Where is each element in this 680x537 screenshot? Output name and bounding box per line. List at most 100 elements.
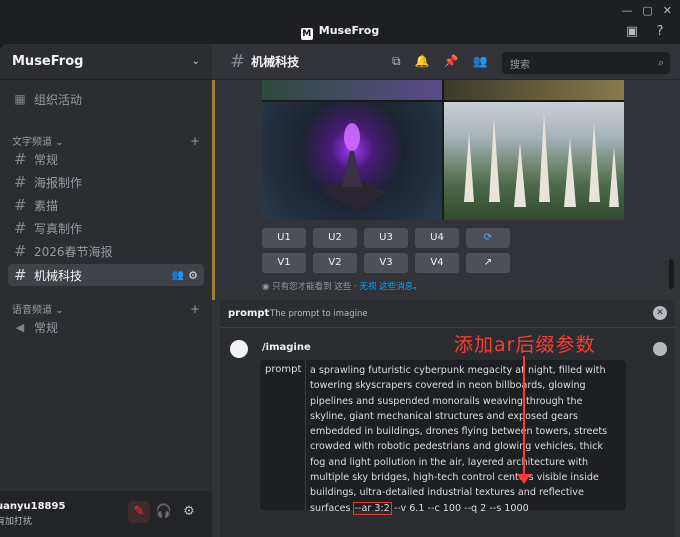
user-name[interactable]: uanyu18895 — [0, 501, 65, 512]
threads-icon[interactable]: ⧉ — [392, 54, 401, 69]
server-name: MuseFrog — [12, 54, 84, 69]
prompt-text[interactable]: a sprawling futuristic cyberpunk megacit… — [310, 363, 620, 516]
sidebar-item-haibao[interactable]: # 海报制作 — [8, 171, 204, 193]
user-status: 有加打扰 — [0, 517, 33, 527]
v4-button[interactable]: V4 — [415, 253, 459, 273]
hash-icon: # — [14, 266, 27, 284]
sidebar-item-label: 常规 — [34, 152, 59, 167]
annotation-text: 添加ar后缀参数 — [454, 334, 596, 356]
ephemeral-note: ◉ 只有您才能看到 这些 · 无视 这些消息。 — [262, 280, 422, 292]
generated-image-grid[interactable] — [262, 80, 624, 220]
hash-icon: # — [14, 173, 27, 191]
mute-mic-icon[interactable]: ✎ — [128, 501, 150, 523]
add-channel-icon[interactable]: + — [190, 134, 200, 148]
channel-sidebar: MuseFrog ⌄ ▦ 组织活动 文字频道 ⌄ + # 常规 # 海报制作 #… — [0, 44, 212, 537]
image-top-right — [444, 80, 624, 100]
image-bottom-left — [262, 102, 442, 220]
command-name: /imagine — [262, 342, 311, 353]
category-text-channels[interactable]: 文字频道 ⌄ + — [12, 133, 200, 149]
dismiss-link[interactable]: 无视 这些消息 — [359, 282, 413, 292]
u3-button[interactable]: U3 — [364, 228, 408, 248]
add-channel-icon[interactable]: + — [190, 302, 200, 316]
sidebar-item-sumiao[interactable]: # 素描 — [8, 194, 204, 216]
sidebar-item-xiezhen[interactable]: # 写真制作 — [8, 217, 204, 239]
speaker-icon: ◀ — [15, 320, 25, 334]
server-header[interactable]: MuseFrog ⌄ — [0, 44, 212, 80]
maximize-button[interactable]: ▢ — [642, 4, 652, 17]
title-bar: — ▢ ✕ M MuseFrog ▣ ? — [0, 0, 680, 44]
members-icon[interactable]: 👥 — [472, 54, 487, 69]
gear-icon[interactable]: ⚙ — [188, 269, 198, 282]
v3-button[interactable]: V3 — [364, 253, 408, 273]
prompt-option-label: prompt — [260, 360, 306, 510]
search-input[interactable]: 搜索 ⌕ — [502, 52, 670, 74]
annotation-arrow — [523, 356, 525, 478]
sidebar-item-label: 常规 — [34, 320, 59, 335]
chevron-down-icon: ⌄ — [55, 305, 64, 316]
emoji-icon[interactable] — [653, 342, 667, 356]
minimize-button[interactable]: — — [621, 4, 632, 17]
hash-icon: # — [14, 196, 27, 214]
external-link-icon: ↗ — [483, 257, 493, 268]
option-name: prompt — [228, 308, 270, 319]
scrollbar[interactable] — [669, 259, 674, 289]
category-label: 文字频道 — [12, 137, 52, 148]
category-voice-channels[interactable]: 语音频道 ⌄ + — [12, 301, 200, 317]
bot-avatar — [230, 340, 248, 358]
close-button[interactable]: ✕ — [663, 4, 672, 17]
sidebar-item-events[interactable]: ▦ 组织活动 — [8, 88, 204, 110]
u2-button[interactable]: U2 — [313, 228, 357, 248]
hash-icon: # — [230, 51, 246, 72]
app-title: M MuseFrog — [0, 24, 680, 40]
mention-highlight-bar — [212, 80, 215, 300]
chevron-down-icon: ⌄ — [55, 137, 64, 148]
sidebar-item-label: 组织活动 — [34, 92, 83, 107]
sidebar-item-jixie[interactable]: # 机械科技 👥 ⚙ — [8, 264, 204, 286]
gear-icon[interactable]: ⚙ — [178, 501, 200, 523]
aspect-ratio-parameter: --ar 3:2 — [352, 501, 392, 515]
channel-title: 机械科技 — [251, 55, 300, 69]
category-label: 语音频道 — [12, 305, 52, 316]
close-icon[interactable]: ✕ — [653, 306, 667, 320]
v2-button[interactable]: V2 — [313, 253, 357, 273]
note-prefix: 只有您才能看到 这些 · — [272, 282, 360, 292]
sidebar-item-label: 海报制作 — [34, 175, 83, 190]
tower-illustration — [322, 123, 387, 210]
sidebar-item-voice-changgui[interactable]: ◀ 常规 — [8, 316, 204, 338]
command-panel: prompt The prompt to imagine ✕ /imagine … — [220, 300, 675, 537]
sidebar-item-label: 机械科技 — [34, 268, 83, 283]
chat-area: # 机械科技 ⧉ 🔔 📌 👥 搜索 ⌕ U1 U2 U3 U4 ⟳ V1 V2 … — [212, 44, 680, 537]
invite-icon[interactable]: 👥 — [172, 270, 184, 281]
app-window: — ▢ ✕ M MuseFrog ▣ ? MuseFrog ⌄ ▦ 组织活动 文字… — [0, 0, 680, 537]
u4-button[interactable]: U4 — [415, 228, 459, 248]
command-option-header: prompt The prompt to imagine ✕ — [220, 300, 675, 328]
prompt-input[interactable]: prompt a sprawling futuristic cyberpunk … — [260, 360, 626, 515]
pin-icon[interactable]: 📌 — [444, 54, 459, 69]
city-illustration — [464, 112, 619, 207]
v1-button[interactable]: V1 — [262, 253, 306, 273]
app-title-text: MuseFrog — [318, 24, 380, 37]
headphones-icon[interactable]: 🎧 — [153, 501, 175, 523]
bell-icon[interactable]: 🔔 — [415, 54, 430, 69]
sidebar-item-chunjie[interactable]: # 2026春节海报 — [8, 240, 204, 262]
u1-button[interactable]: U1 — [262, 228, 306, 248]
hash-icon: # — [14, 219, 27, 237]
chevron-down-icon: ⌄ — [191, 56, 200, 67]
prompt-text-suffix: --v 6.1 --c 100 --q 2 --s 1000 — [390, 502, 529, 514]
inbox-icon[interactable]: ▣ — [624, 24, 640, 40]
reroll-button[interactable]: ⟳ — [466, 228, 510, 248]
search-placeholder: 搜索 — [510, 60, 530, 71]
image-bottom-right — [444, 102, 624, 220]
window-controls: — ▢ ✕ — [621, 4, 672, 17]
help-icon[interactable]: ? — [652, 24, 668, 40]
user-panel: uanyu18895 有加打扰 ✎ 🎧 ⚙ — [0, 491, 212, 537]
app-logo-icon: M — [300, 28, 313, 40]
channel-header: # 机械科技 ⧉ 🔔 📌 👥 搜索 ⌕ — [212, 44, 680, 80]
open-web-button[interactable]: ↗ — [466, 253, 510, 273]
eye-icon: ◉ — [262, 282, 270, 292]
sidebar-item-label: 素描 — [34, 198, 59, 213]
hash-icon: # — [14, 150, 27, 168]
sidebar-item-label: 2026春节海报 — [34, 244, 113, 259]
sidebar-item-changgui[interactable]: # 常规 — [8, 148, 204, 170]
refresh-icon: ⟳ — [483, 232, 493, 243]
